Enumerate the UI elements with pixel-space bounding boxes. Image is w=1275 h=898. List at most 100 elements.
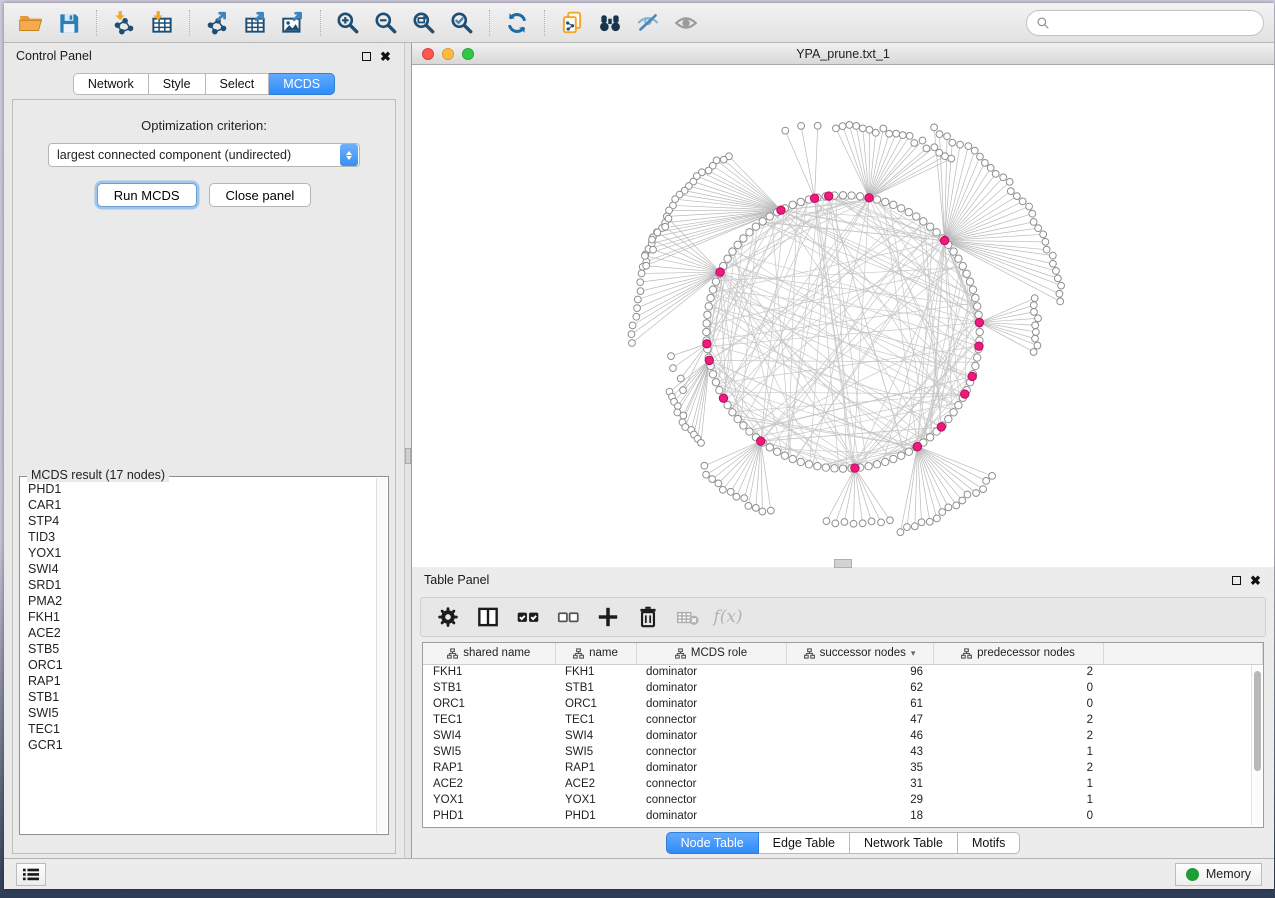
table-cell[interactable]: 31 xyxy=(786,776,933,792)
add-row-icon[interactable] xyxy=(595,604,621,630)
table-cell[interactable]: TEC1 xyxy=(423,712,555,728)
leaf-node[interactable] xyxy=(906,133,913,140)
network-node[interactable] xyxy=(920,218,927,225)
zoom-fit-icon[interactable] xyxy=(407,7,441,39)
optimization-criterion-select[interactable]: largest connected component (undirected) xyxy=(48,143,360,167)
leaf-node[interactable] xyxy=(1030,349,1037,356)
leaf-node[interactable] xyxy=(983,478,990,485)
network-node[interactable] xyxy=(703,320,710,327)
select-all-icon[interactable] xyxy=(515,604,541,630)
deselect-all-icon[interactable] xyxy=(555,604,581,630)
mcds-result-item[interactable]: SRD1 xyxy=(28,577,376,593)
network-node[interactable] xyxy=(882,198,889,205)
table-cell[interactable]: ACE2 xyxy=(423,776,555,792)
table-row[interactable]: YOX1YOX1connector291 xyxy=(423,792,1263,808)
leaf-node[interactable] xyxy=(643,262,650,269)
leaf-node[interactable] xyxy=(918,519,925,526)
leaf-node[interactable] xyxy=(965,143,972,150)
table-cell[interactable]: 1 xyxy=(933,776,1103,792)
leaf-node[interactable] xyxy=(989,473,996,480)
mcds-node[interactable] xyxy=(757,437,765,445)
table-cell[interactable]: 1 xyxy=(933,744,1103,760)
leaf-node[interactable] xyxy=(959,497,966,504)
network-node[interactable] xyxy=(955,402,962,409)
mcds-result-item[interactable]: STP4 xyxy=(28,513,376,529)
network-node[interactable] xyxy=(740,422,747,429)
table-cell[interactable]: 1 xyxy=(933,792,1103,808)
table-cell[interactable]: 61 xyxy=(786,696,933,712)
leaf-node[interactable] xyxy=(703,471,710,478)
hide-graphics-details-icon[interactable] xyxy=(631,7,665,39)
mcds-result-item[interactable]: STB5 xyxy=(28,641,376,657)
network-graph[interactable] xyxy=(412,65,1274,561)
network-node[interactable] xyxy=(963,270,970,277)
close-panel-button[interactable]: Close panel xyxy=(209,183,312,207)
network-node[interactable] xyxy=(805,461,812,468)
leaf-node[interactable] xyxy=(1056,290,1063,297)
leaf-node[interactable] xyxy=(953,502,960,509)
table-cell[interactable]: 46 xyxy=(786,728,933,744)
network-node[interactable] xyxy=(945,415,952,422)
leaf-node[interactable] xyxy=(665,215,672,222)
table-cell[interactable]: connector xyxy=(636,792,786,808)
leaf-node[interactable] xyxy=(980,486,987,493)
network-node[interactable] xyxy=(950,409,957,416)
network-canvas[interactable] xyxy=(412,65,1274,561)
table-cell[interactable]: 47 xyxy=(786,712,933,728)
mcds-node[interactable] xyxy=(961,390,969,398)
table-row[interactable]: TEC1TEC1connector472 xyxy=(423,712,1263,728)
network-node[interactable] xyxy=(950,248,957,255)
network-node[interactable] xyxy=(974,354,981,361)
network-node[interactable] xyxy=(729,248,736,255)
import-table-icon[interactable] xyxy=(145,7,179,39)
network-node[interactable] xyxy=(974,303,981,310)
leaf-node[interactable] xyxy=(782,127,789,134)
leaf-node[interactable] xyxy=(853,123,860,130)
column-header-name[interactable]: name xyxy=(555,643,636,664)
table-row[interactable]: PHD1PHD1dominator180 xyxy=(423,808,1263,824)
leaf-node[interactable] xyxy=(1030,219,1037,226)
leaf-node[interactable] xyxy=(1032,329,1039,336)
network-node[interactable] xyxy=(966,278,973,285)
leaf-node[interactable] xyxy=(654,229,661,236)
show-details-eye-icon[interactable] xyxy=(669,7,703,39)
leaf-node[interactable] xyxy=(868,518,875,525)
leaf-node[interactable] xyxy=(733,493,740,500)
table-cell[interactable]: 0 xyxy=(933,808,1103,824)
network-window-titlebar[interactable]: YPA_prune.txt_1 xyxy=(412,43,1274,65)
tab-network[interactable]: Network xyxy=(73,73,149,95)
leaf-node[interactable] xyxy=(931,124,938,131)
network-node[interactable] xyxy=(729,409,736,416)
mcds-result-item[interactable]: RAP1 xyxy=(28,673,376,689)
network-node[interactable] xyxy=(898,205,905,212)
table-cell[interactable]: 2 xyxy=(933,712,1103,728)
leaf-node[interactable] xyxy=(701,462,708,469)
tab-edge-table[interactable]: Edge Table xyxy=(759,832,850,854)
network-node[interactable] xyxy=(797,198,804,205)
mcds-result-item[interactable]: ORC1 xyxy=(28,657,376,673)
leaf-node[interactable] xyxy=(634,296,641,303)
leaf-node[interactable] xyxy=(720,156,727,163)
network-search-box[interactable] xyxy=(1026,10,1264,36)
network-node[interactable] xyxy=(716,386,723,393)
mcds-result-item[interactable]: CAR1 xyxy=(28,497,376,513)
mcds-result-item[interactable]: TID3 xyxy=(28,529,376,545)
network-node[interactable] xyxy=(926,434,933,441)
leaf-node[interactable] xyxy=(839,123,846,130)
leaf-node[interactable] xyxy=(719,486,726,493)
leaf-node[interactable] xyxy=(629,340,636,347)
table-scrollbar[interactable] xyxy=(1251,665,1263,825)
leaf-node[interactable] xyxy=(649,236,656,243)
leaf-node[interactable] xyxy=(752,504,759,511)
export-image-icon[interactable] xyxy=(276,7,310,39)
tab-style[interactable]: Style xyxy=(149,73,206,95)
mcds-node[interactable] xyxy=(705,356,713,364)
leaf-node[interactable] xyxy=(1049,252,1056,259)
leaf-node[interactable] xyxy=(841,519,848,526)
leaf-node[interactable] xyxy=(992,170,999,177)
delete-table-icon[interactable] xyxy=(675,604,701,630)
leaf-node[interactable] xyxy=(872,129,879,136)
mcds-node[interactable] xyxy=(777,206,785,214)
leaf-node[interactable] xyxy=(911,523,918,530)
mcds-node[interactable] xyxy=(937,423,945,431)
